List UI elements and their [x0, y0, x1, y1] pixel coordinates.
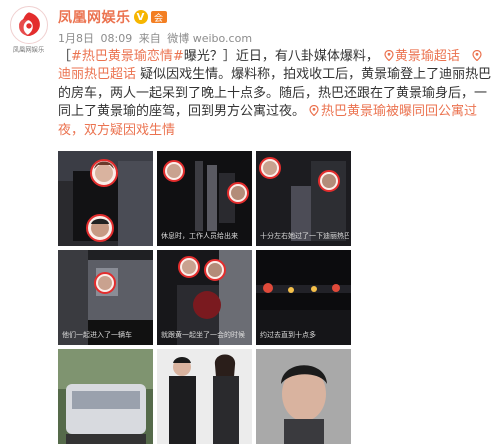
image-caption: 约过去直到十点多	[260, 331, 316, 339]
weibo-post: 凤凰网娱乐 凤凰网娱乐 V 会 1月8日 08:09 来自 微博 weibo.c…	[0, 0, 499, 447]
image-thumb-3[interactable]: 十分左右她过了一下迪丽热巴	[256, 151, 351, 246]
super-topic-label-1: 黄景瑜超话	[394, 49, 460, 64]
image-caption: 他们一起进入了一辆车	[62, 331, 132, 339]
logo-caption: 凤凰网娱乐	[12, 45, 45, 54]
account-name[interactable]: 凤凰网娱乐	[58, 7, 131, 27]
verified-badge-icon[interactable]: V	[133, 10, 148, 24]
image-thumb-6[interactable]: 约过去直到十点多	[256, 250, 351, 345]
image-caption: 就跟黄一起坐了一会的时候	[161, 331, 245, 339]
account-row: 凤凰网娱乐 V 会	[58, 8, 167, 26]
member-badge-icon[interactable]: 会	[150, 11, 167, 24]
image-thumb-7[interactable]	[58, 349, 153, 444]
image-caption: 十分左右她过了一下迪丽热巴	[260, 232, 349, 240]
location-pin-icon	[379, 49, 395, 64]
post-text: ［#热巴黄景瑜恋情#曝光？］近日，有八卦媒体爆料， 黄景瑜超话迪丽热巴超话 疑似因…	[58, 48, 492, 140]
image-thumb-4[interactable]: 他们一起进入了一辆车	[58, 250, 153, 345]
post-client[interactable]: 微博 weibo.com	[167, 32, 252, 45]
portrait-photo-image	[157, 349, 252, 444]
car-photo-image	[58, 349, 153, 444]
image-thumb-2[interactable]: 休息时，工作人员给出来	[157, 151, 252, 246]
location-pin-icon	[460, 49, 483, 64]
post-text-1: 曝光？］近日，有八卦媒体爆料，	[183, 49, 379, 64]
image-caption: 休息时，工作人员给出来	[161, 232, 238, 240]
post-time[interactable]: 08:09	[101, 32, 133, 45]
post-date[interactable]: 1月8日	[58, 32, 94, 45]
avatar[interactable]	[10, 6, 48, 44]
image-thumb-8[interactable]	[157, 349, 252, 444]
topic-link[interactable]: #热巴黄景瑜恋情#	[71, 49, 184, 64]
night-photo-image	[58, 151, 153, 246]
image-thumb-9[interactable]	[256, 349, 351, 444]
image-thumb-5[interactable]: 就跟黄一起坐了一会的时候	[157, 250, 252, 345]
post-meta: 1月8日 08:09 来自 微博 weibo.com	[58, 30, 255, 46]
portrait-photo-image	[256, 349, 351, 444]
super-topic-label-2: 迪丽热巴超话	[58, 67, 137, 83]
image-thumb-1[interactable]	[58, 151, 153, 246]
location-pin-icon	[305, 104, 321, 119]
phoenix-logo-icon	[11, 7, 47, 43]
super-topic-link-1[interactable]: 黄景瑜超话	[379, 49, 460, 64]
via-label: 来自	[138, 32, 161, 45]
open-bracket: ［	[58, 49, 72, 64]
